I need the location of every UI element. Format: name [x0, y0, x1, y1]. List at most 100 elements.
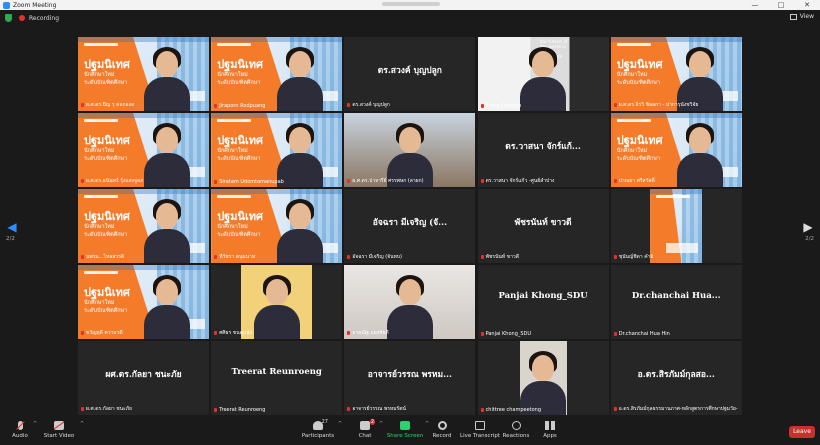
record-button[interactable]: Record [422, 421, 462, 439]
participant-display-name: ดร.วาสนา จักร์แก้... [505, 142, 581, 152]
live-transcript-label: Live Transcript [460, 433, 500, 439]
chat-options-caret-icon[interactable]: ^ [379, 421, 383, 427]
apps-label: Apps [543, 433, 557, 439]
audio-options-caret-icon[interactable]: ^ [33, 421, 37, 427]
participant-display-name: Panjai Khong_SDU [498, 291, 588, 301]
participant-name: Siratam Udomtamanupab [219, 179, 284, 185]
participants-button[interactable]: 27 Participants [298, 419, 338, 439]
participant-tile[interactable]: ดร.วาสนา จักร์แก้... ดร.วาสนา จักร์แก้ว -… [477, 113, 609, 187]
slide-line: นักศึกษาใหม่ [217, 224, 248, 230]
participants-label: Participants [301, 433, 335, 439]
participant-tile[interactable]: chittree champeetong [477, 341, 609, 415]
leave-button[interactable]: Leave [789, 426, 815, 438]
next-page-arrow-icon[interactable]: ▶ [801, 220, 815, 234]
participant-tile[interactable]: อาจารย์วรรณ พรหม... อาจารย์วรรณ พรหมรัตน์ [344, 341, 476, 415]
participant-tile[interactable]: พัชรนันท์ ขาวดี พัชรนันท์ ขาวดี [477, 189, 609, 263]
slide-line: นักศึกษาใหม่ [84, 72, 115, 78]
participant-name-label: ผ.ศ.ดร.ปิญ รุ คลกองส [81, 101, 134, 109]
slide-line: ระดับบัณฑิตศึกษา [217, 80, 261, 86]
participant-name-label: ดร.สวงค์ บุญปลูก [347, 101, 390, 109]
apps-button[interactable]: Apps [530, 421, 570, 439]
participant-name-label: พัชรนันท์ ขาวดี [480, 253, 519, 261]
prev-page-arrow-icon[interactable]: ◀ [5, 220, 19, 234]
slide-line: นักศึกษาใหม่ [84, 300, 115, 306]
participant-tile[interactable]: Treerat Reunroeng Treerat Reunroeng [211, 341, 343, 415]
participant-tile[interactable]: ผศ.ดร.กัลยา ชนะภัยผ.ศ.ดร.กัลยา ชนะภัย [78, 341, 209, 415]
muted-mic-icon [347, 179, 351, 183]
participant-name-label: อ.ดร.สิรภัมม์กุลธรรมานภาศ-หลักสูตรการศึก… [613, 405, 738, 413]
participant-name-label: อัจฉรา มีเจริญ (จันทบ) [347, 253, 402, 261]
participant-video [144, 197, 191, 263]
participant-name-label: Siratam Udomtamanupab [214, 179, 284, 185]
participant-tile[interactable]: ปฐมนิเทศ นักศึกษาใหม่ ระดับบัณฑิตศึกษา ขวัญ… [78, 265, 209, 339]
participant-tile[interactable]: the future of the world is in my classro… [477, 37, 609, 111]
participant-display-name: พัชรนันท์ ขาวดี [514, 218, 572, 228]
window-drag-handle[interactable] [382, 2, 440, 6]
muted-mic-icon [214, 104, 218, 108]
participant-name: Trang Campus [485, 103, 522, 109]
participant-tile[interactable]: ดร.สวงค์ บุญปลูก ดร.สวงค์ บุญปลูก [344, 37, 476, 111]
participant-tile[interactable]: ปฐมนิเทศ นักศึกษาใหม่ ระดับบัณฑิตศึกษา ปาณย… [610, 113, 742, 187]
participant-tile[interactable]: ปฐมนิเทศ นักศึกษาใหม่ ระดับบัณฑิตศึกษา Sira… [211, 113, 343, 187]
muted-mic-icon [347, 407, 351, 411]
participant-display-name: อัจฉรา มีเจริญ (จั... [372, 218, 448, 228]
participant-video [144, 273, 191, 339]
participant-tile[interactable]: ศศิธร ขนดูแฉ่ง [211, 265, 343, 339]
virtual-background: ปฐมนิเทศ นักศึกษาใหม่ ระดับบัณฑิตศึกษา [78, 189, 209, 263]
participant-tile[interactable]: Dr.chanchai Hua... Dr.chanchai Hua Hin [610, 265, 742, 339]
participant-figure [386, 273, 433, 339]
security-shield-icon[interactable] [5, 14, 12, 22]
muted-mic-icon [480, 408, 484, 412]
participant-name-label: ผ.ศ.ดร.กัลยา ชนะภัย [81, 405, 132, 413]
participant-display-name: อาจารย์วรรณ พรหม... [367, 370, 452, 380]
view-button[interactable]: View [789, 13, 814, 20]
window-titlebar: Zoom Meeting — □ ✕ [0, 0, 820, 10]
participant-tile[interactable]: ปฐมนิเทศ นักศึกษาใหม่ ระดับบัณฑิตศึกษา ผ.ศ.… [78, 113, 209, 187]
slide-line: ระดับบัณฑิตศึกษา [217, 232, 261, 238]
participant-tile[interactable]: อ.ดร.สิรภัมม์กุลสอ... อ.ดร.สิรภัมม์กุลธรร… [610, 341, 742, 415]
page-indicator-left: 2/2 [6, 236, 15, 242]
participant-tile[interactable]: อัจฉรา มีเจริญ (จั... อัจฉรา มีเจริญ (จัน… [344, 189, 476, 263]
participant-video [144, 121, 191, 187]
slide-line: นักศึกษาใหม่ [217, 148, 248, 154]
video-options-caret-icon[interactable]: ^ [80, 421, 84, 427]
virtual-background: ปฐมนิเทศ นักศึกษาใหม่ ระดับบัณฑิตศึกษา [610, 37, 742, 111]
share-screen-button[interactable]: Share Screen [385, 421, 425, 439]
participant-tile[interactable]: อาคณิฐ แผงซัยดี [344, 265, 476, 339]
participant-video [676, 121, 723, 187]
start-video-button[interactable]: Start Video [39, 421, 79, 439]
participant-name-label: Treerat Reunroeng [214, 407, 265, 413]
participant-name: ปาณยา ศรีสวัสดิ์ [618, 178, 655, 184]
participant-name-label: Panjai Khong_SDU [480, 331, 531, 337]
participants-options-caret-icon[interactable]: ^ [338, 421, 342, 427]
slide-line: นักศึกษาใหม่ [84, 224, 115, 230]
reactions-label: Reactions [502, 433, 530, 439]
minimize-button[interactable]: — [742, 1, 768, 9]
participant-name: นพรม...ไหลสวรดิ [86, 254, 125, 260]
slide-line: นักศึกษาใหม่ [84, 148, 115, 154]
audio-label: Audio [12, 433, 28, 439]
smiley-face-icon [511, 421, 521, 430]
participant-name-label: ชุนันญ์ชิดา คำอิ [613, 253, 653, 261]
close-button[interactable]: ✕ [794, 1, 820, 9]
participant-tile[interactable]: ปฐมนิเทศ นักศึกษาใหม่ ระดับบัณฑิตศึกษา นพรม… [78, 189, 209, 263]
participant-tile[interactable]: ปฐมนิเทศ นักศึกษาใหม่ ระดับบัณฑิตศึกษา Jira… [211, 37, 343, 111]
virtual-background: ปฐมนิเทศ นักศึกษาใหม่ ระดับบัณฑิตศึกษา [610, 113, 742, 187]
participant-tile[interactable]: ผ.ศ.ดร.ปาจารีย์ ศรรพษก (ลาผก) [344, 113, 476, 187]
apps-grid-icon [545, 421, 555, 430]
video-gallery: ปฐมนิเทศ นักศึกษาใหม่ ระดับบัณฑิตศึกษา ผ.ศ.… [78, 37, 742, 415]
muted-mic-icon [480, 332, 484, 336]
participant-tile[interactable]: Panjai Khong_SDU Panjai Khong_SDU [477, 265, 609, 339]
participant-tile[interactable]: ปฐมนิเทศ นักศึกษาใหม่ ระดับบัณฑิตศึกษา ผ.ศ.… [610, 37, 742, 111]
participant-tile[interactable]: ปฐมนิเทศ นักศึกษาใหม่ ระดับบัณฑิตศึกษา ผ.ศ.… [78, 37, 209, 111]
slide-line: ระดับบัณฑิตศึกษา [217, 156, 261, 162]
record-label: Record [432, 433, 452, 439]
participant-tile[interactable]: ชุนันญ์ชิดา คำอิ [610, 189, 742, 263]
participant-tile[interactable]: ปฐมนิเทศ นักศึกษาใหม่ ระดับบัณฑิตศึกษา ทีวั… [211, 189, 343, 263]
muted-mic-icon [613, 179, 617, 183]
maximize-button[interactable]: □ [768, 1, 794, 9]
participant-display-name: ผศ.ดร.กัลยา ชนะภัย [105, 370, 182, 380]
slide-line: ระดับบัณฑิตศึกษา [616, 80, 660, 86]
live-transcript-button[interactable]: Live Transcript [460, 421, 500, 439]
participant-name: ผ.ศ.ดร.ปิญ รุ คลกองส [86, 102, 135, 108]
